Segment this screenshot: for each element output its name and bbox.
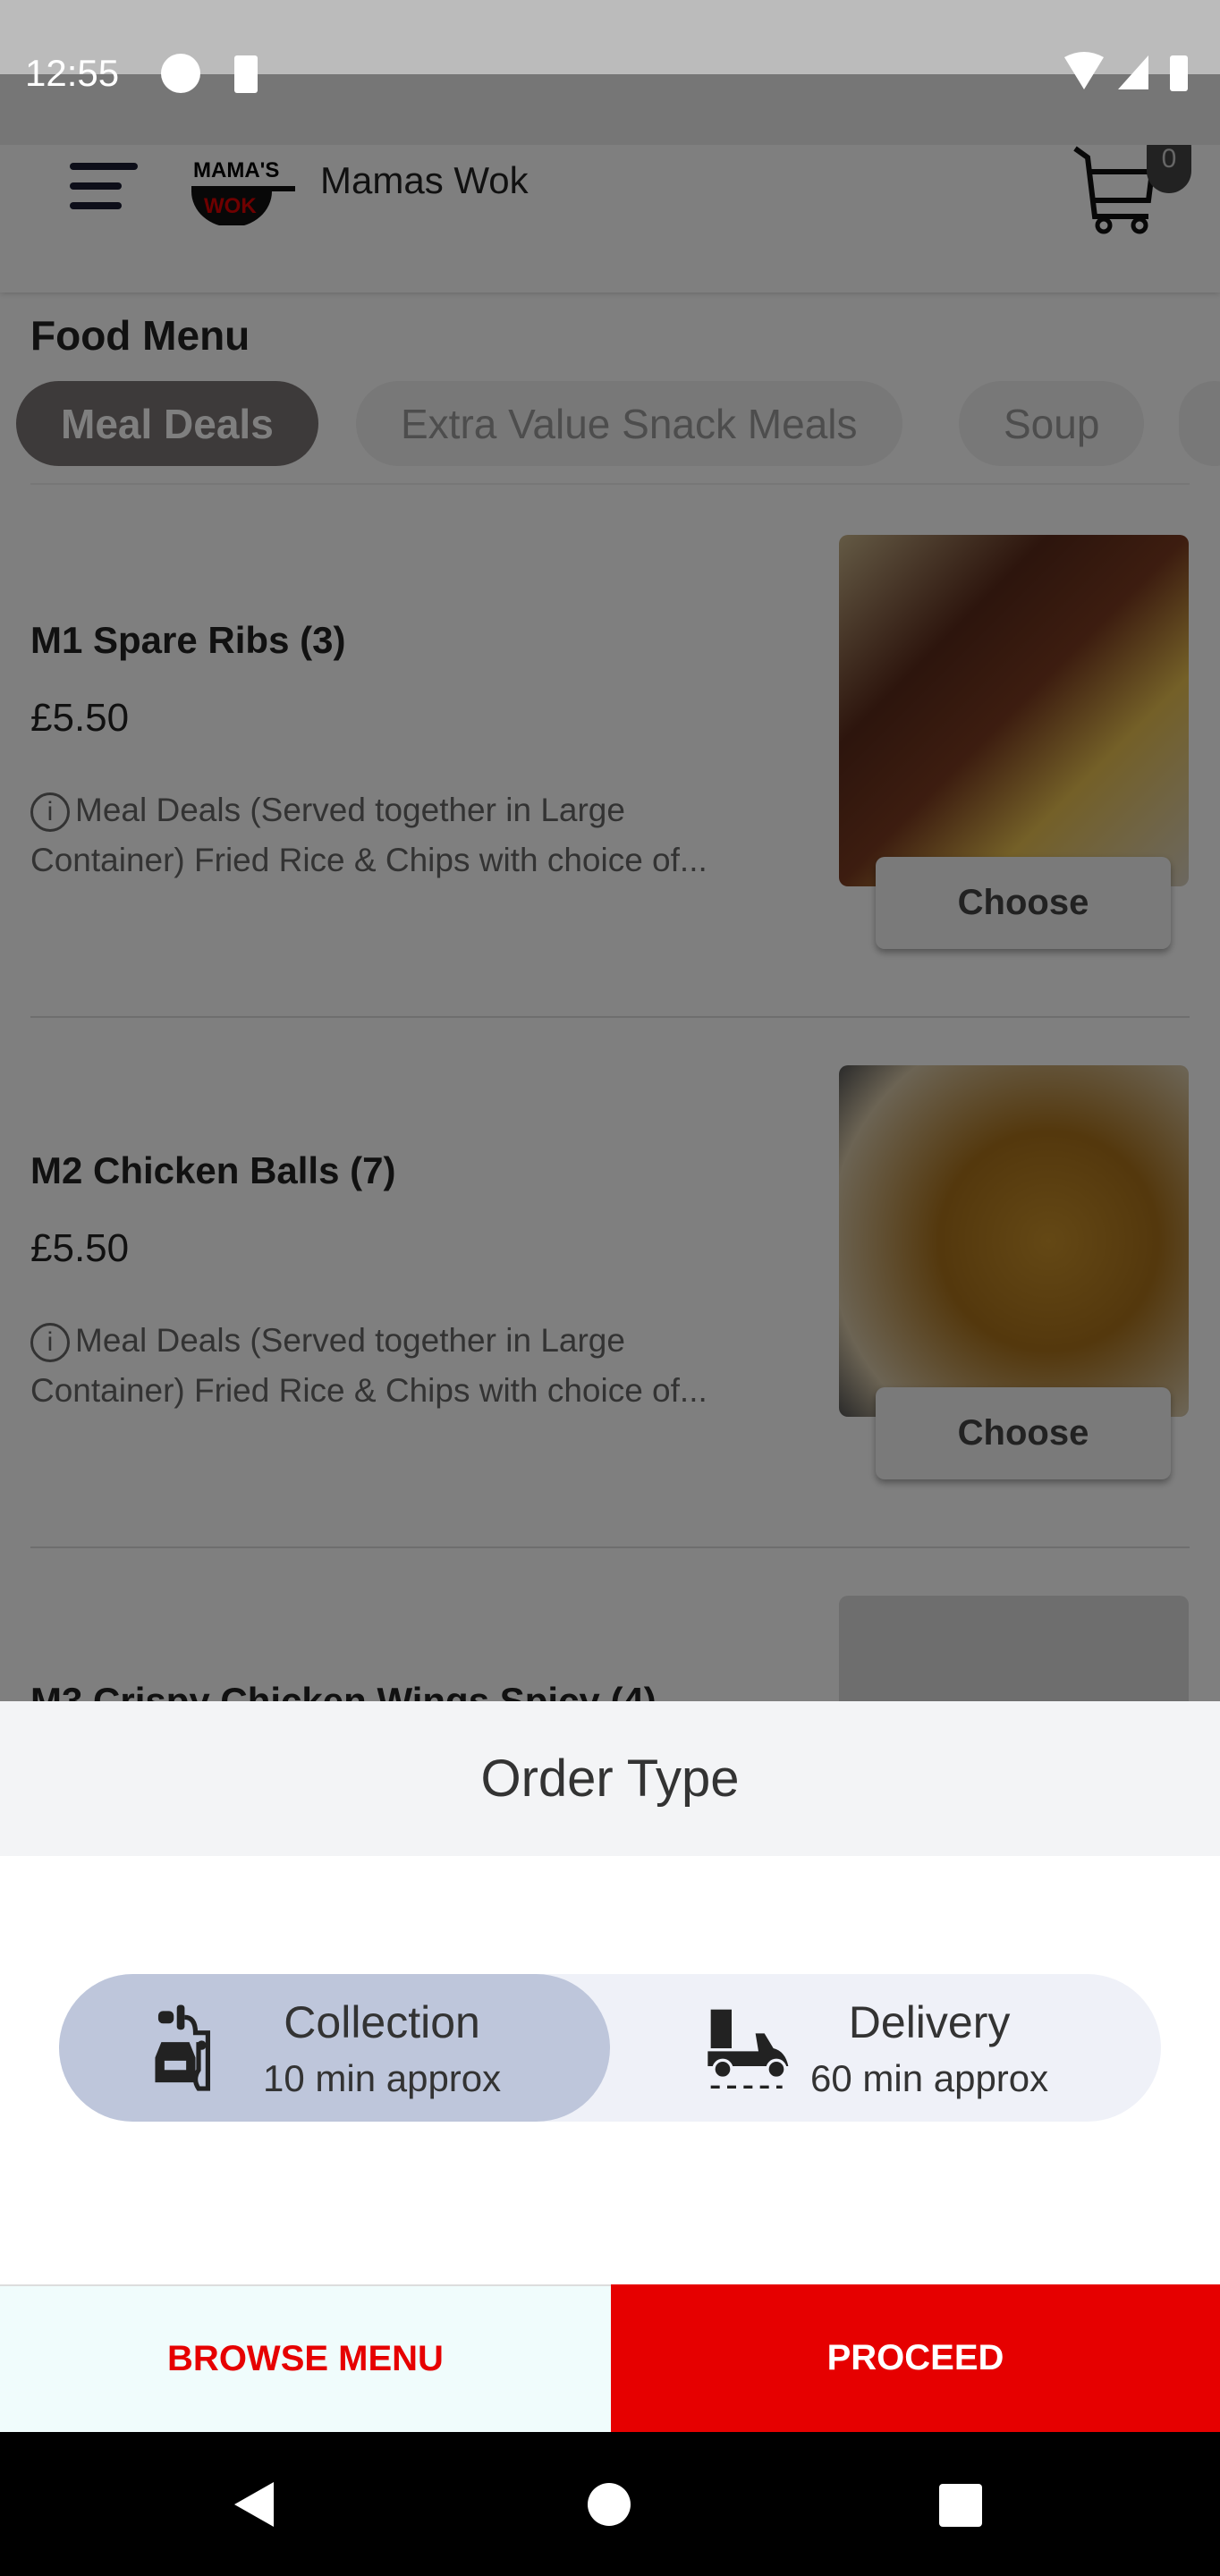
- navigation-bar: [0, 2432, 1220, 2576]
- order-type-toggle: Collection 10 min approx Delivery 60 min a…: [59, 1974, 1161, 2122]
- status-time: 12:55: [25, 52, 120, 94]
- scooter-delivery-icon: [707, 2009, 789, 2089]
- option-time: 60 min approx: [810, 2056, 1049, 2099]
- back-icon[interactable]: [231, 2480, 275, 2529]
- status-bar: 12:55: [0, 0, 1220, 145]
- car-collection-icon: [155, 2004, 210, 2091]
- option-label: Delivery: [848, 1996, 1011, 2047]
- home-icon[interactable]: [587, 2482, 631, 2527]
- browse-menu-button[interactable]: BROWSE MENU: [0, 2284, 611, 2432]
- modal-backdrop[interactable]: [0, 145, 1220, 1701]
- collection-option[interactable]: Collection 10 min approx: [59, 1974, 610, 2122]
- system-icons: [1064, 52, 1188, 91]
- option-time: 10 min approx: [263, 2056, 502, 2099]
- recents-icon[interactable]: [939, 2484, 982, 2527]
- option-label: Collection: [284, 1996, 480, 2047]
- proceed-button[interactable]: PROCEED: [611, 2284, 1220, 2432]
- notification-icons: [161, 54, 258, 93]
- delivery-option[interactable]: Delivery 60 min approx: [610, 1974, 1161, 2122]
- sheet-title: Order Type: [0, 1701, 1220, 1856]
- order-type-sheet: Order Type Collection 10 min approx Deliv…: [0, 1701, 1220, 2432]
